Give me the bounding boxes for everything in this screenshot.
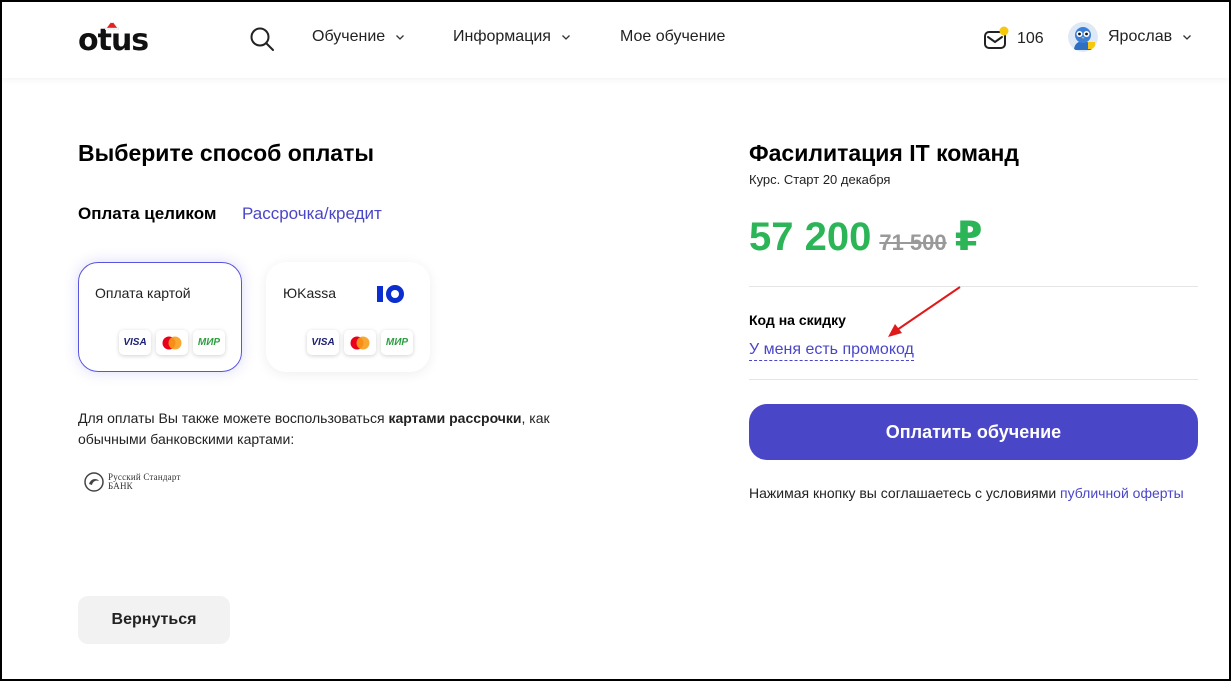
public-offer-link[interactable]: публичной оферты [1060, 485, 1184, 501]
installment-note: Для оплаты Вы также можете воспользовать… [78, 410, 550, 447]
chevron-down-icon [1183, 35, 1192, 40]
currency-symbol: ₽ [954, 215, 983, 259]
santa-hat-icon [105, 20, 119, 30]
nav-item-information[interactable]: Информация [453, 28, 571, 46]
nav-item-label: Информация [453, 28, 551, 45]
back-button[interactable]: Вернуться [78, 596, 230, 644]
mir-icon: МИР [193, 330, 225, 355]
bank-name: Русский Стандарт БАНК [108, 472, 181, 491]
nav-item-label: Мое обучение [620, 28, 726, 45]
payment-method-yookassa[interactable]: ЮKassa VISA МИР [266, 262, 430, 372]
old-price: 71 500 [879, 230, 947, 255]
visa-icon: VISA [119, 330, 151, 355]
mail-icon [984, 26, 1009, 49]
tab-full-payment[interactable]: Оплата целиком [78, 204, 216, 224]
tab-installment[interactable]: Рассрочка/кредит [242, 204, 382, 224]
payment-method-title: Оплата картой [95, 285, 191, 301]
course-subtitle: Курс. Старт 20 декабря [749, 172, 891, 187]
terms-text: Нажимая кнопку вы соглашаетесь с условия… [749, 485, 1184, 501]
search-icon[interactable] [249, 26, 275, 52]
course-title: Фасилитация IT команд [749, 140, 1020, 166]
mastercard-icon [344, 330, 376, 355]
pay-button[interactable]: Оплатить обучение [749, 404, 1198, 460]
card-brand-logos: VISA МИР [307, 330, 413, 355]
visa-icon: VISA [307, 330, 339, 355]
payment-method-title: ЮKassa [283, 285, 337, 301]
promo-code-link[interactable]: У меня есть промокод [749, 341, 914, 361]
nav-item-label: Обучение [312, 28, 386, 45]
chevron-down-icon [562, 35, 570, 40]
mir-icon: МИР [381, 330, 413, 355]
price-block: 57 200 71 500 ₽ [749, 214, 982, 260]
user-menu[interactable]: Ярослав [1068, 22, 1192, 52]
installment-cards-bold: картами рассрочки [388, 410, 522, 426]
notifications-count: 106 [1017, 30, 1044, 47]
bank-logo: Русский Стандарт БАНК [84, 472, 181, 492]
otus-logo[interactable]: otus [78, 20, 149, 58]
avatar [1068, 22, 1098, 52]
divider [749, 379, 1198, 380]
notifications-button[interactable]: 106 [983, 26, 1044, 52]
payment-title: Выберите способ оплаты [78, 140, 375, 166]
mastercard-icon [156, 330, 188, 355]
yookassa-icon [377, 285, 404, 303]
bank-emblem-icon [84, 472, 104, 492]
page-frame: otus Обучение Информация Мое обучение 10… [0, 0, 1231, 681]
current-price: 57 200 [749, 215, 872, 259]
annotation-arrow [888, 286, 961, 337]
nav-item-my-learning[interactable]: Мое обучение [620, 28, 725, 46]
divider [749, 286, 1198, 287]
top-header: otus Обучение Информация Мое обучение 10… [2, 2, 1229, 78]
nav-item-education[interactable]: Обучение [312, 28, 405, 46]
user-name: Ярослав [1108, 28, 1173, 45]
chevron-down-icon [396, 35, 405, 40]
promo-label: Код на скидку [749, 312, 846, 328]
card-brand-logos: VISA МИР [119, 330, 225, 355]
payment-method-card[interactable]: Оплата картой VISA МИР [78, 262, 242, 372]
